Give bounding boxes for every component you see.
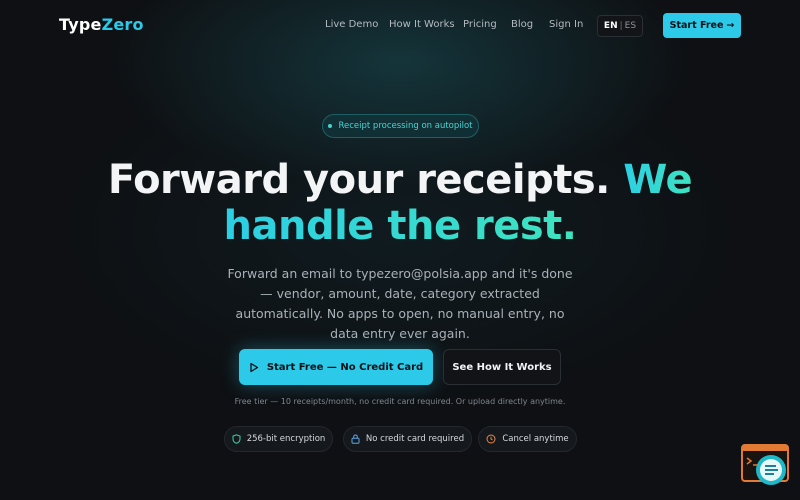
arrow-right-icon: → (726, 20, 735, 31)
lang-option-es[interactable]: ES (625, 21, 636, 31)
play-icon (250, 362, 258, 372)
badge-encryption: 256-bit encryption (224, 426, 333, 452)
see-how-it-works-button[interactable]: See How It Works (443, 349, 561, 385)
shield-icon (232, 434, 241, 444)
see-how-it-works-label: See How It Works (452, 361, 552, 373)
headline-accent-text-1: We (623, 157, 693, 203)
top-navigation: TypeZero Live Demo How It Works Pricing … (0, 0, 800, 52)
hero-tag-label: Receipt processing on autopilot (338, 121, 473, 131)
lock-icon (351, 434, 360, 444)
badge-cancel-anytime-label: Cancel anytime (502, 434, 569, 444)
headline-plain-text: Forward your receipts. (107, 157, 624, 203)
headline-accent-text-2: handle the rest. (223, 203, 577, 249)
badge-encryption-label: 256-bit encryption (246, 434, 326, 444)
hero-tag-pill: Receipt processing on autopilot (322, 114, 479, 138)
nav-link-sign-in[interactable]: Sign In (549, 19, 583, 30)
hero-headline: Forward your receipts. We handle the res… (0, 157, 800, 249)
nav-link-blog[interactable]: Blog (511, 19, 533, 30)
chat-widget-icon (741, 444, 789, 485)
lang-option-en[interactable]: EN (604, 21, 618, 31)
language-switcher: EN | ES (597, 15, 643, 37)
start-free-button[interactable]: Start Free — No Credit Card (239, 349, 433, 385)
lang-separator: | (619, 21, 623, 31)
nav-link-how-it-works[interactable]: How It Works (389, 19, 455, 30)
badge-no-credit-card: No credit card required (343, 426, 472, 452)
start-free-button-label: Start Free — No Credit Card (266, 361, 424, 373)
badge-cancel-anytime: Cancel anytime (478, 426, 577, 452)
logo[interactable]: TypeZero (59, 15, 144, 34)
chat-widget-button[interactable] (741, 444, 791, 486)
dot-icon (328, 124, 333, 128)
badge-no-credit-card-label: No credit card required (365, 434, 465, 444)
page-background (0, 0, 800, 500)
nav-start-free-label: Start Free (669, 20, 724, 31)
nav-start-free-button[interactable]: Start Free → (663, 13, 741, 38)
logo-zero-text: Zero (101, 15, 144, 34)
hero-subtext: Forward an email to typezero@polsia.app … (227, 266, 573, 341)
nav-link-pricing[interactable]: Pricing (463, 19, 497, 30)
nav-link-live-demo[interactable]: Live Demo (325, 19, 378, 30)
free-tier-note: Free tier — 10 receipts/month, no credit… (234, 397, 566, 406)
clock-icon (486, 434, 496, 444)
logo-type-text: Type (59, 15, 102, 34)
